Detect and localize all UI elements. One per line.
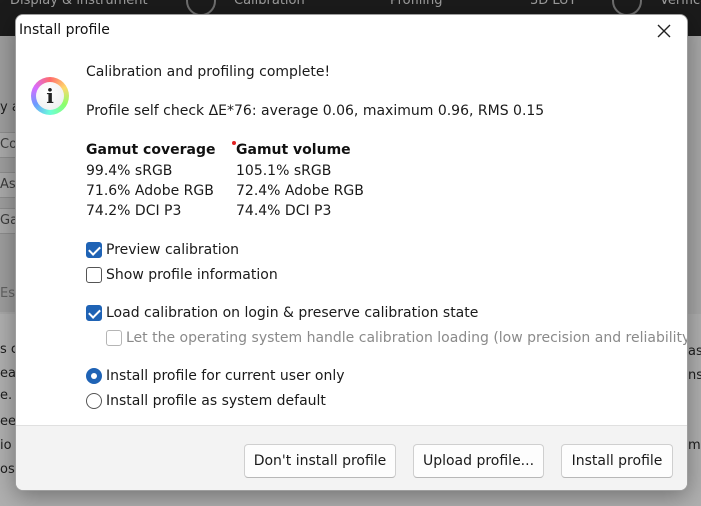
close-button[interactable]: [643, 15, 685, 47]
gamut-volume-heading: Gamut volume: [236, 142, 351, 158]
dialog-titlebar[interactable]: Install profile: [16, 15, 687, 47]
gamut-volume-value: 105.1% sRGB: [236, 163, 332, 179]
radio-unselected[interactable]: [86, 393, 102, 409]
install-profile-dialog: Install profile i Calibration and profil…: [15, 14, 688, 491]
close-icon: [657, 24, 671, 38]
info-icon: i: [31, 77, 69, 115]
gamut-coverage-value: 74.2% DCI P3: [86, 203, 182, 219]
checkbox-disabled: [106, 330, 122, 346]
install-system-default-radio[interactable]: Install profile as system default: [86, 393, 326, 409]
radio-label: Install profile as system default: [106, 393, 326, 409]
radio-label: Install profile for current user only: [106, 368, 345, 384]
checkbox-unchecked[interactable]: [86, 267, 102, 283]
radio-selected[interactable]: [86, 368, 102, 384]
show-profile-info-checkbox[interactable]: Show profile information: [86, 267, 278, 283]
gamut-coverage-heading: Gamut coverage: [86, 142, 216, 158]
gamut-coverage-value: 71.6% Adobe RGB: [86, 183, 214, 199]
checkbox-checked[interactable]: [86, 305, 102, 321]
preview-calibration-checkbox[interactable]: Preview calibration: [86, 242, 239, 258]
checkbox-label: Preview calibration: [106, 242, 240, 258]
self-check-result: Profile self check ΔE*76: average 0.06, …: [86, 103, 545, 119]
load-calibration-checkbox[interactable]: Load calibration on login & preserve cal…: [86, 305, 478, 321]
dialog-body: i Calibration and profiling complete! Pr…: [16, 47, 687, 425]
upload-profile-button[interactable]: Upload profile...: [413, 444, 544, 478]
dialog-footer: Don't install profile Upload profile... …: [16, 425, 687, 490]
checkbox-checked[interactable]: [86, 242, 102, 258]
dialog-title: Install profile: [19, 22, 110, 38]
install-current-user-radio[interactable]: Install profile for current user only: [86, 368, 345, 384]
gamut-volume-value: 72.4% Adobe RGB: [236, 183, 364, 199]
gamut-volume-value: 74.4% DCI P3: [236, 203, 332, 219]
os-handle-loading-checkbox: Let the operating system handle calibrat…: [106, 330, 688, 346]
gamut-coverage-value: 99.4% sRGB: [86, 163, 173, 179]
install-profile-button[interactable]: Install profile: [561, 444, 673, 478]
checkbox-label: Show profile information: [106, 267, 278, 283]
checkbox-label: Let the operating system handle calibrat…: [126, 330, 688, 346]
checkbox-label: Load calibration on login & preserve cal…: [106, 305, 479, 321]
completion-message: Calibration and profiling complete!: [86, 64, 331, 80]
dont-install-button[interactable]: Don't install profile: [244, 444, 396, 478]
